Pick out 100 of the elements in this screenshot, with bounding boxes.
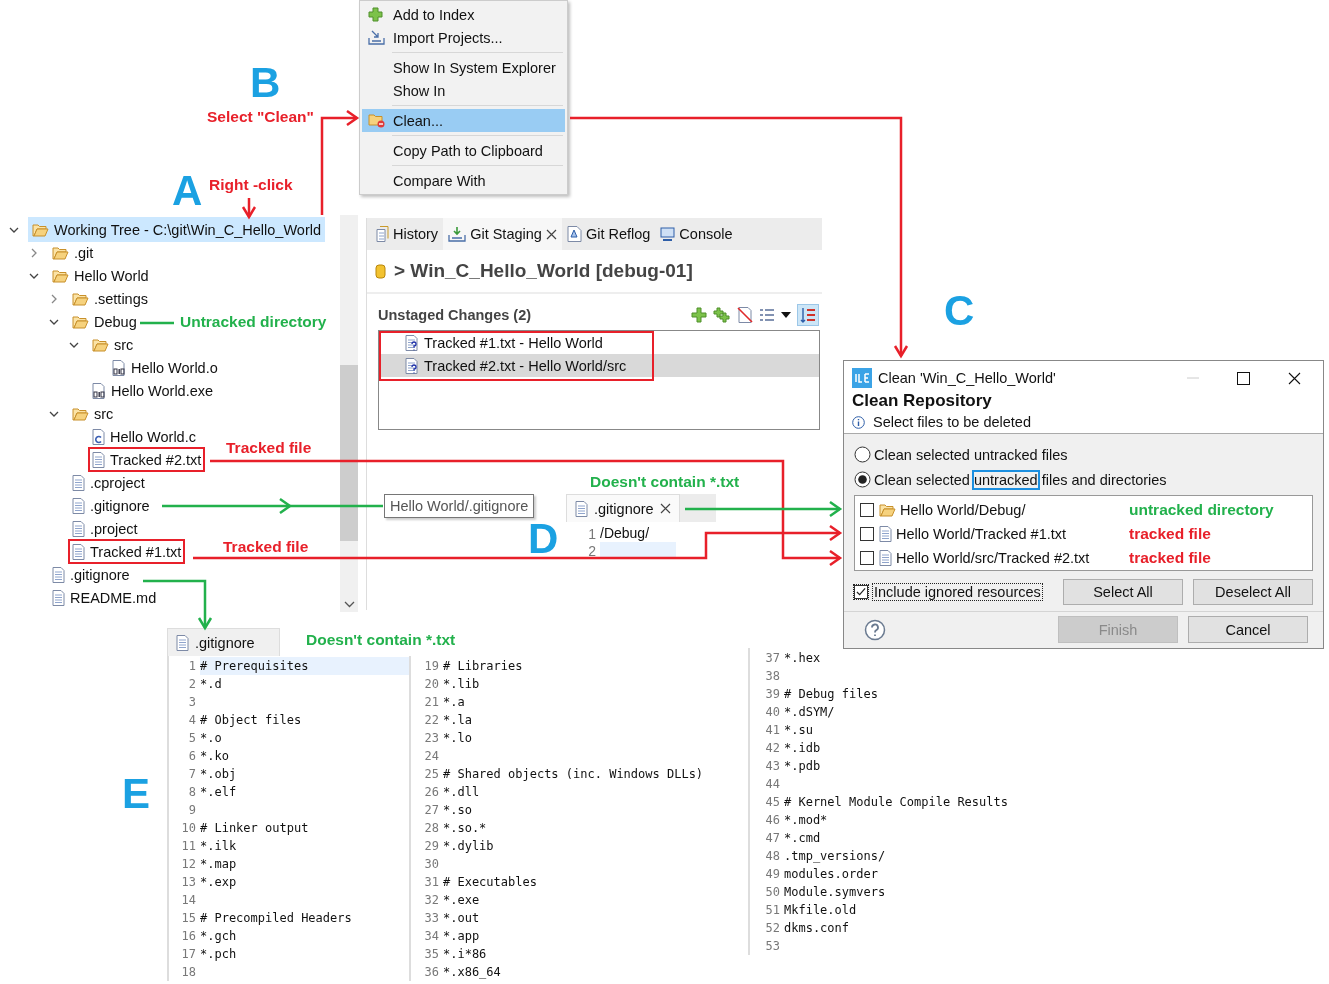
- code-line: *.exe: [443, 892, 481, 909]
- line-number: 34: [423, 929, 440, 943]
- tree-item[interactable]: src: [68, 401, 118, 426]
- line-number: 6: [187, 749, 197, 763]
- sort-icon[interactable]: [797, 304, 819, 326]
- editor-tab[interactable]: .gitignore: [566, 494, 680, 522]
- line-number: 20: [423, 677, 440, 691]
- menu-item[interactable]: Show In System Explorer: [362, 56, 565, 79]
- code-line: *.ko: [200, 748, 230, 765]
- file-item[interactable]: Hello World/src/Tracked #2.txt: [879, 550, 1129, 566]
- checkbox-label[interactable]: Include ignored resources: [873, 584, 1042, 600]
- tree-item[interactable]: Debug: [68, 309, 141, 334]
- tree-item[interactable]: Tracked #1.txt: [68, 539, 186, 564]
- dialog-button[interactable]: Select All: [1063, 579, 1183, 605]
- tree-item[interactable]: .gitignore: [48, 562, 134, 587]
- tree-item[interactable]: Hello World.exe: [88, 378, 218, 403]
- list-icon[interactable]: [759, 308, 775, 322]
- folder-icon: [52, 245, 69, 260]
- view-tab[interactable]: Git Reflog: [561, 218, 656, 250]
- line-number: 7: [187, 767, 197, 781]
- document-icon: [405, 357, 418, 374]
- callout-letter: A: [172, 170, 203, 212]
- view-tab[interactable]: Git Staging: [443, 218, 562, 250]
- menu-item[interactable]: Compare With: [362, 169, 565, 192]
- code-line: *.dll: [443, 784, 481, 801]
- console-icon: [660, 226, 676, 242]
- tree-item[interactable]: Hello World.o: [108, 355, 222, 380]
- maximize-icon[interactable]: [1237, 371, 1250, 385]
- history-icon: [376, 226, 389, 242]
- menu-item[interactable]: Add to Index: [362, 3, 565, 26]
- dialog-button[interactable]: Deselect All: [1193, 579, 1313, 605]
- code-line: *.out: [443, 910, 481, 927]
- tree-item[interactable]: Working Tree - C:\git\Win_C_Hello_World: [28, 217, 325, 242]
- dialog-button[interactable]: Cancel: [1188, 616, 1308, 643]
- staging-icon: [448, 226, 467, 242]
- checkbox[interactable]: [860, 503, 874, 517]
- dialog-heading: Clean Repository: [852, 391, 993, 411]
- checkbox[interactable]: [860, 551, 874, 565]
- file-item[interactable]: Hello World/Debug/: [879, 502, 1129, 518]
- change-item[interactable]: Tracked #2.txt - Hello World/src: [379, 354, 819, 377]
- tree-item[interactable]: .settings: [68, 286, 152, 311]
- tree-item[interactable]: .git: [48, 240, 98, 265]
- checkbox[interactable]: [854, 585, 868, 599]
- code-line: *.d: [200, 676, 223, 693]
- tree-item[interactable]: .cproject: [68, 470, 149, 495]
- line-number: 32: [423, 893, 440, 907]
- add-icon: [368, 7, 383, 22]
- tree-item[interactable]: .gitignore: [68, 493, 154, 518]
- radio-option[interactable]: Clean selected untracked files: [854, 442, 1313, 467]
- scrollbar[interactable]: [340, 215, 358, 612]
- editor-tab[interactable]: .gitignore: [167, 628, 280, 656]
- radio-button[interactable]: [854, 446, 871, 463]
- document-icon: [72, 520, 85, 537]
- code-line: *.su: [784, 722, 814, 739]
- checkbox[interactable]: [860, 527, 874, 541]
- tree-item[interactable]: Tracked #2.txt: [88, 447, 206, 472]
- caret-icon[interactable]: [781, 312, 791, 318]
- annotation-label: Select "Clean": [207, 109, 314, 125]
- annotation-label: untracked directory: [1129, 501, 1274, 519]
- code-line: *.a: [443, 694, 466, 711]
- help-icon[interactable]: [864, 618, 886, 641]
- add-all-icon[interactable]: [713, 307, 731, 323]
- line-number: 3: [187, 695, 197, 709]
- menu-item[interactable]: Show In: [362, 79, 565, 102]
- view-tab[interactable]: Console: [655, 218, 738, 250]
- info-icon: [852, 415, 865, 429]
- binary-file-icon: [112, 359, 126, 376]
- add-icon[interactable]: [691, 307, 707, 323]
- line-number: 24: [423, 749, 440, 763]
- menu-item[interactable]: Import Projects...: [362, 26, 565, 49]
- scroll-thumb[interactable]: [340, 365, 358, 541]
- close-icon[interactable]: [659, 503, 671, 514]
- code-line: # Kernel Module Compile Results: [784, 794, 1009, 811]
- radio-option[interactable]: Clean selected untracked files and directories: [854, 467, 1313, 492]
- line-number: 12: [180, 857, 197, 871]
- line-number: 22: [423, 713, 440, 727]
- line-number: 2: [187, 677, 197, 691]
- code-line: modules.order: [784, 866, 879, 883]
- scroll-down-icon[interactable]: [343, 601, 355, 608]
- tree-item[interactable]: src: [88, 332, 138, 357]
- close-icon[interactable]: [1288, 371, 1301, 385]
- tree-item[interactable]: Hello World: [48, 263, 153, 288]
- menu-item[interactable]: Clean...: [362, 109, 565, 132]
- change-item[interactable]: Tracked #1.txt - Hello World: [379, 331, 819, 354]
- file-item[interactable]: Hello World/Tracked #1.txt: [879, 526, 1129, 542]
- remove-icon[interactable]: [737, 307, 753, 323]
- annotation-arrow: [241, 198, 257, 220]
- tree-item[interactable]: README.md: [48, 585, 161, 610]
- radio-button[interactable]: [854, 471, 871, 488]
- line-number: 39: [764, 687, 781, 701]
- code-line: *.idb: [784, 740, 822, 757]
- tree-item[interactable]: Hello World.c: [88, 424, 200, 449]
- view-tab[interactable]: History: [371, 218, 444, 250]
- folder-icon: [92, 337, 109, 352]
- line-number: 10: [180, 821, 197, 835]
- code-line: *.x86_64: [443, 964, 502, 981]
- menu-item[interactable]: Copy Path to Clipboard: [362, 139, 565, 162]
- tree-item[interactable]: .project: [68, 516, 142, 541]
- close-icon[interactable]: [545, 228, 557, 240]
- document-icon: [52, 589, 65, 606]
